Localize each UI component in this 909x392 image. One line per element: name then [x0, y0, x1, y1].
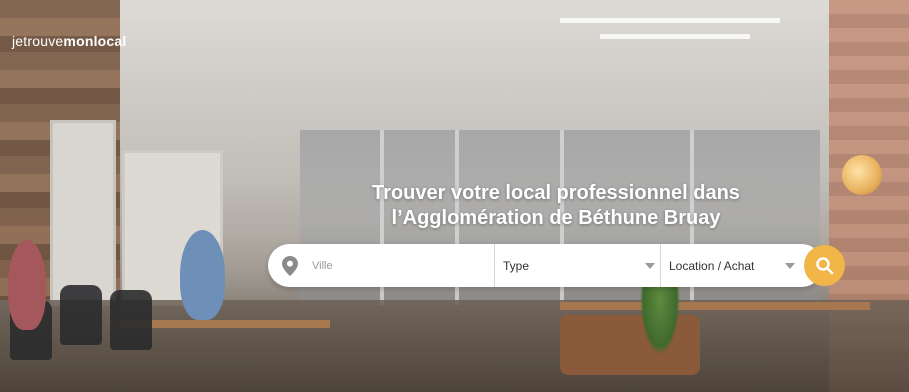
office-chair	[110, 290, 152, 350]
plant	[640, 275, 680, 355]
office-chair	[60, 285, 102, 345]
city-placeholder: Ville	[312, 259, 333, 272]
person	[8, 240, 46, 330]
chevron-down-icon	[645, 263, 655, 269]
city-input[interactable]: Ville	[282, 244, 492, 287]
logo-bold: monlocal	[63, 33, 127, 49]
chevron-down-icon	[785, 263, 795, 269]
transaction-select[interactable]: Location / Achat	[660, 244, 801, 287]
type-select[interactable]: Type	[494, 244, 661, 287]
hero-title: Trouver votre local professionnel dans l…	[300, 181, 812, 231]
hero-title-line2: l’Agglomération de Béthune Bruay	[391, 207, 721, 229]
ceiling-light	[560, 18, 780, 23]
search-bar: Ville Type Location / Achat	[268, 244, 845, 287]
search-button[interactable]	[804, 245, 845, 286]
floor-lamp	[842, 155, 882, 195]
transaction-select-label: Location / Achat	[669, 258, 755, 273]
site-logo[interactable]: jetrouvemonlocal	[12, 33, 126, 49]
hero-title-line1: Trouver votre local professionnel dans	[372, 182, 740, 204]
door-left	[50, 120, 116, 306]
desk	[560, 302, 870, 310]
search-icon	[815, 256, 833, 274]
location-pin-icon	[282, 255, 298, 276]
person	[180, 230, 225, 320]
logo-prefix: jetrouve	[12, 33, 64, 49]
ceiling-light	[600, 34, 750, 39]
type-select-label: Type	[503, 258, 530, 273]
